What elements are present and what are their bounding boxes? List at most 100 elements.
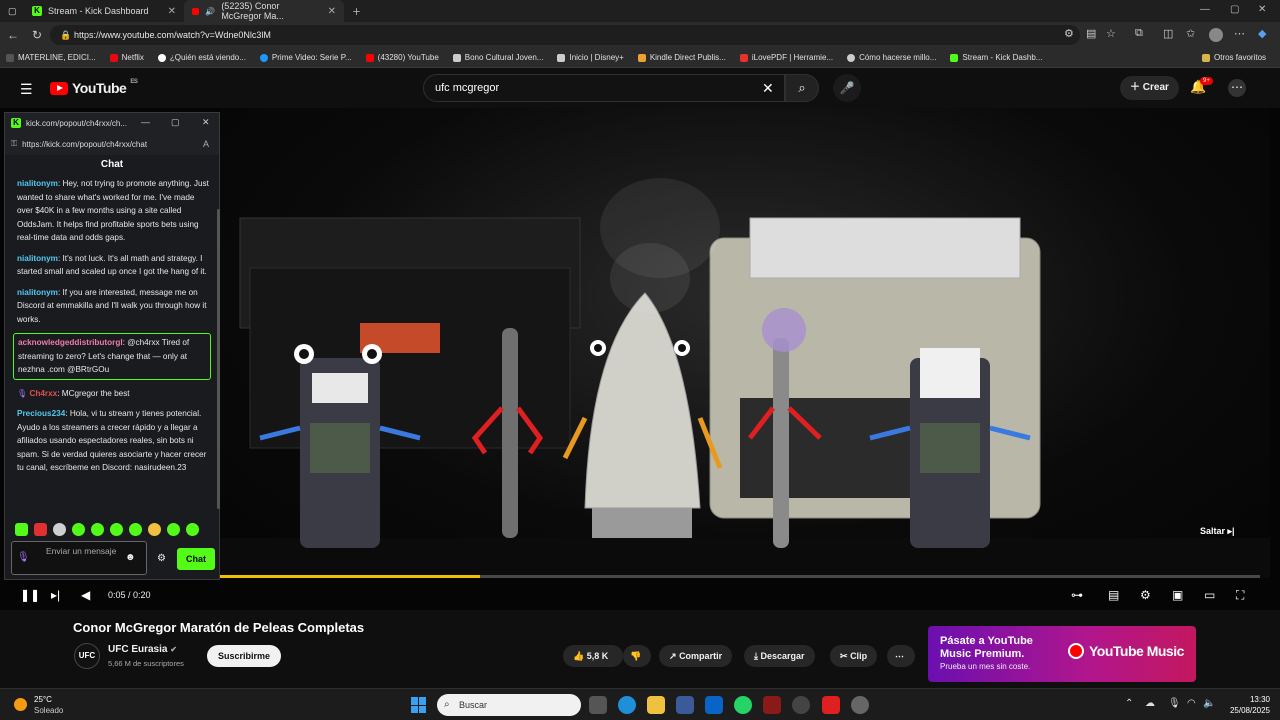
chat-username[interactable]: Ch4rxx: [29, 389, 57, 398]
bookmark-item[interactable]: Bono Cultural Joven...: [452, 53, 543, 62]
next-icon[interactable]: ▸|: [51, 588, 60, 602]
send-chat-button[interactable]: Chat: [177, 548, 215, 570]
copilot-icon[interactable]: ◆: [1258, 27, 1266, 40]
taskbar-search-input[interactable]: ⌕ Buscar: [437, 694, 581, 716]
emote-icon[interactable]: [110, 523, 123, 536]
theater-mode-icon[interactable]: ▭: [1204, 588, 1215, 602]
close-icon[interactable]: ✕: [202, 117, 210, 128]
bookmark-item[interactable]: Netflix: [109, 53, 144, 62]
url-input[interactable]: 🔒 https://www.youtube.com/watch?v=Wdne0N…: [50, 25, 1080, 45]
like-button[interactable]: 👍 5,8 K: [563, 645, 623, 667]
extensions-icon[interactable]: ⧉: [1135, 27, 1143, 40]
emote-icon[interactable]: [148, 523, 161, 536]
clear-search-icon[interactable]: ✕: [762, 80, 774, 97]
audio-icon[interactable]: 🔊: [205, 7, 215, 16]
brave-icon[interactable]: [763, 696, 781, 714]
bookmark-item[interactable]: MATERLINE, EDICI...: [6, 53, 96, 62]
chat-username[interactable]: nialitonym: [17, 288, 58, 297]
read-aloud-icon[interactable]: A: [203, 139, 209, 149]
favorites-icon[interactable]: ✩: [1186, 27, 1195, 40]
star-icon[interactable]: ☆: [1106, 27, 1116, 40]
tab-kick-dashboard[interactable]: K Stream - Kick Dashboard ✕: [24, 0, 184, 22]
pause-icon[interactable]: ❚❚: [20, 588, 40, 602]
close-tab-icon[interactable]: ✕: [168, 6, 176, 17]
bookmark-item[interactable]: Stream - Kick Dashb...: [950, 53, 1042, 62]
emote-icon[interactable]: [53, 523, 66, 536]
bookmark-item[interactable]: iLovePDF | Herramie...: [739, 53, 833, 62]
miniplayer-icon[interactable]: ▣: [1172, 588, 1183, 602]
subtitles-icon[interactable]: ▤: [1108, 588, 1119, 602]
chat-username[interactable]: Precious234: [17, 409, 65, 418]
channel-name[interactable]: UFC Eurasia ✔: [108, 644, 177, 655]
youtube-music-promo[interactable]: Pásate a YouTube Music Premium. Prueba u…: [928, 626, 1196, 682]
bookmark-item[interactable]: Inicio | Disney+: [557, 53, 624, 62]
subscribe-button[interactable]: Suscribirme: [207, 645, 282, 667]
edge-icon[interactable]: [618, 696, 636, 714]
more-icon[interactable]: ⋯: [1234, 27, 1245, 40]
clip-button[interactable]: ✂ Clip: [830, 645, 878, 667]
chat-username[interactable]: acknowledgeddistributorgl: [18, 338, 123, 347]
tab-youtube-video[interactable]: 🔊 (52235) Conor McGregor Ma... ✕: [184, 0, 344, 22]
close-window-icon[interactable]: ✕: [1258, 4, 1266, 15]
download-button[interactable]: ⤓ Descargar: [744, 645, 815, 667]
split-icon[interactable]: ◫: [1163, 27, 1173, 40]
minimize-icon[interactable]: —: [1200, 4, 1210, 15]
emote-icon[interactable]: [72, 523, 85, 536]
youtube-logo[interactable]: YouTube ES: [50, 79, 138, 96]
bookmark-item[interactable]: Cómo hacerse millo...: [847, 53, 936, 62]
wifi-icon[interactable]: ◠: [1187, 698, 1196, 709]
maximize-icon[interactable]: ▢: [1230, 4, 1239, 15]
share-button[interactable]: ↗ Compartir: [659, 645, 733, 667]
back-icon[interactable]: ←: [2, 28, 24, 42]
tab-actions-icon[interactable]: ▢: [0, 0, 24, 22]
bookmark-item[interactable]: Kindle Direct Publis...: [637, 53, 726, 62]
account-avatar[interactable]: ⋯: [1228, 79, 1246, 97]
sun-icon[interactable]: [14, 698, 27, 711]
emoji-icon[interactable]: ☻: [125, 552, 136, 563]
obs-icon[interactable]: [792, 696, 810, 714]
mic-icon[interactable]: 🎙: [17, 552, 30, 563]
task-view-icon[interactable]: [589, 696, 607, 714]
windows-start-icon[interactable]: [411, 697, 427, 713]
volume-icon[interactable]: ◀: [81, 588, 90, 602]
close-tab-icon[interactable]: ✕: [328, 6, 336, 17]
hamburger-menu-icon[interactable]: ☰: [20, 81, 33, 98]
new-tab-button[interactable]: ＋: [344, 0, 369, 22]
weather-desc[interactable]: Soleado: [34, 706, 63, 715]
minimize-icon[interactable]: —: [141, 117, 150, 127]
cloud-icon[interactable]: ☁: [1145, 698, 1155, 709]
outlook-icon[interactable]: [705, 696, 723, 714]
store-icon[interactable]: [676, 696, 694, 714]
popup-url-bar[interactable]: ⚿ https://kick.com/popout/ch4rxx/chat A: [5, 133, 219, 155]
weather-temp[interactable]: 25°C: [34, 695, 52, 704]
skip-ad-button[interactable]: Saltar ▸|: [1200, 526, 1235, 537]
chat-scrollbar[interactable]: [217, 209, 220, 509]
chat-username[interactable]: nialitonym: [17, 179, 58, 188]
create-button[interactable]: ＋ Crear: [1120, 76, 1179, 100]
whatsapp-icon[interactable]: [734, 696, 752, 714]
file-explorer-icon[interactable]: [647, 696, 665, 714]
channel-avatar[interactable]: UFC: [74, 643, 100, 669]
mic-tray-icon[interactable]: 🎙: [1168, 698, 1181, 709]
bookmark-item[interactable]: ¿Quién está viendo...: [157, 53, 246, 62]
search-button[interactable]: ⌕: [785, 74, 819, 102]
fullscreen-icon[interactable]: ⛶: [1236, 588, 1244, 603]
autoplay-toggle-icon[interactable]: ⊶: [1071, 588, 1083, 602]
other-bookmarks[interactable]: Otros favoritos: [1202, 53, 1266, 62]
search-input[interactable]: ufc mcgregor: [423, 74, 785, 102]
emote-icon[interactable]: [91, 523, 104, 536]
maximize-icon[interactable]: ▢: [171, 117, 180, 128]
youtube-app-icon[interactable]: [822, 696, 840, 714]
more-actions-button[interactable]: ⋯: [887, 645, 915, 667]
speaker-icon[interactable]: 🔈: [1203, 698, 1215, 709]
bookmark-item[interactable]: Prime Video: Serie P...: [259, 53, 352, 62]
emote-icon[interactable]: [129, 523, 142, 536]
dislike-button[interactable]: 👎: [623, 645, 651, 667]
chat-settings-gear-icon[interactable]: ⚙: [157, 553, 166, 564]
emote-icon[interactable]: [15, 523, 28, 536]
settings-gear-icon[interactable]: ⚙: [1140, 588, 1151, 602]
reader-icon[interactable]: ▤: [1086, 27, 1096, 40]
chat-username[interactable]: nialitonym: [17, 254, 58, 263]
reload-icon[interactable]: ↻: [26, 28, 48, 42]
voice-search-button[interactable]: 🎤: [833, 74, 861, 102]
